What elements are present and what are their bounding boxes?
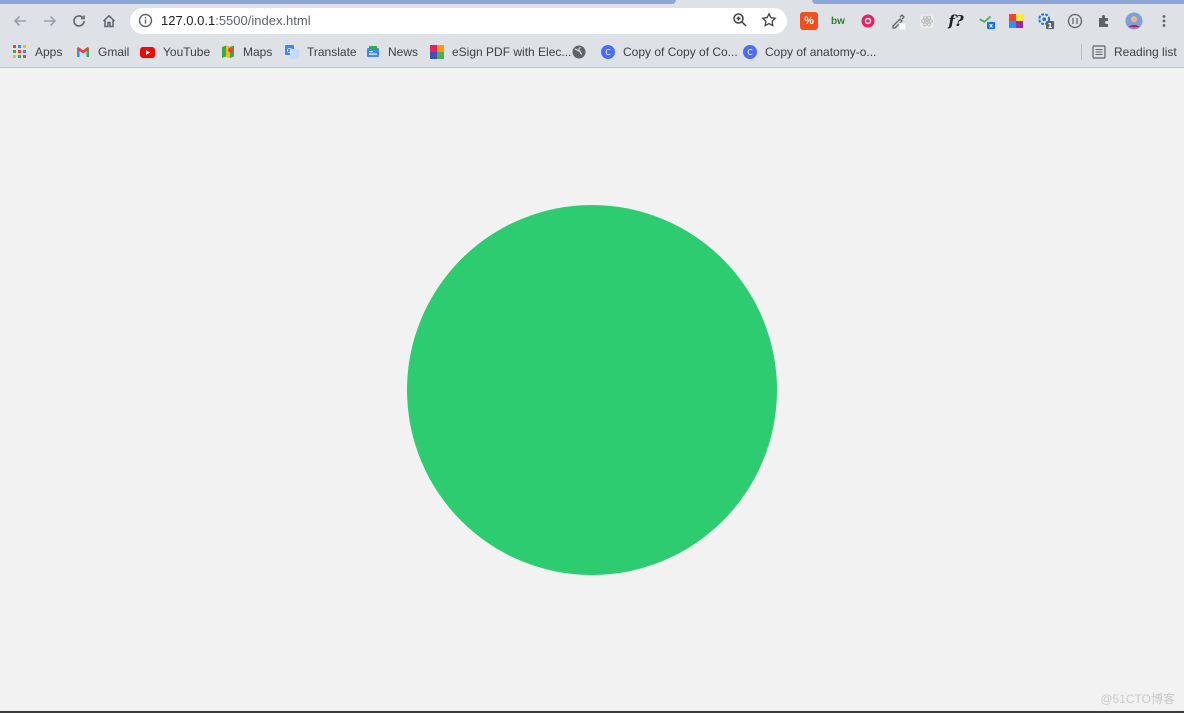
extension-colorzilla-icon[interactable] xyxy=(1007,12,1025,30)
maps-icon xyxy=(221,45,235,59)
gmail-icon xyxy=(76,45,90,59)
watermark: @51CTO博客 xyxy=(1100,692,1175,706)
extension-eyedropper-icon[interactable] xyxy=(889,12,907,30)
extension-circle-icon[interactable] xyxy=(1066,12,1084,30)
svg-text:C: C xyxy=(605,48,611,57)
url-host: 127.0.0.1 xyxy=(161,13,216,28)
extension-bw-icon[interactable]: bw xyxy=(829,12,847,30)
more-menu-icon[interactable] xyxy=(1155,12,1173,30)
bookmark-label: News xyxy=(388,45,419,59)
bookmark-globe[interactable] xyxy=(572,43,594,61)
bookmark-label: YouTube xyxy=(163,45,211,59)
info-icon[interactable] xyxy=(138,13,153,33)
apps-grid-icon xyxy=(13,45,27,59)
canva-icon: C xyxy=(601,45,615,59)
bookmark-youtube[interactable]: YouTube xyxy=(140,43,210,61)
extension-react-icon[interactable] xyxy=(918,12,936,30)
reading-list-label: Reading list xyxy=(1114,45,1177,59)
extensions-puzzle-icon[interactable] xyxy=(1095,12,1113,30)
canva-icon: C xyxy=(743,45,757,59)
extension-eye-icon[interactable] xyxy=(859,12,877,30)
toolbar: 127.0.0.1:5500/index.html % bw f? x 1 xyxy=(0,4,1184,38)
browser-window: 127.0.0.1:5500/index.html % bw f? x 1 Ap… xyxy=(0,0,1184,713)
url-path: :5500/index.html xyxy=(215,13,311,28)
extension-tab-icon[interactable]: x xyxy=(978,12,996,30)
bookmark-star-icon[interactable] xyxy=(761,12,777,33)
bookmarks-bar: Apps Gmail YouTube Maps G Translate News… xyxy=(0,38,1184,68)
home-icon xyxy=(102,14,116,28)
page-content xyxy=(0,68,1184,711)
bookmark-gmail[interactable]: Gmail xyxy=(76,43,129,61)
reload-icon xyxy=(73,15,85,27)
bookmark-news[interactable]: News xyxy=(366,43,418,61)
reading-list-button[interactable]: Reading list xyxy=(1092,43,1177,61)
address-bar[interactable]: 127.0.0.1:5500/index.html xyxy=(130,8,787,34)
bookmark-label: Apps xyxy=(35,45,63,59)
green-circle xyxy=(407,205,777,575)
arrow-right-icon xyxy=(44,15,57,27)
news-icon xyxy=(366,45,380,59)
bookmark-canva-2[interactable]: C Copy of anatomy-o... xyxy=(743,43,876,61)
bookmark-maps[interactable]: Maps xyxy=(221,43,272,61)
reload-button[interactable] xyxy=(67,9,91,33)
translate-icon: G xyxy=(285,45,299,59)
extension-font-icon[interactable]: f? xyxy=(947,12,965,30)
reading-list-icon xyxy=(1092,45,1106,59)
bookmark-label: Copy of anatomy-o... xyxy=(765,45,877,59)
bookmark-apps[interactable]: Apps xyxy=(13,43,62,61)
profile-avatar[interactable] xyxy=(1125,12,1143,30)
bookmark-label: Translate xyxy=(307,45,357,59)
globe-icon xyxy=(572,45,586,59)
bookmark-canva-1[interactable]: C Copy of Copy of Co... xyxy=(601,43,738,61)
bookmark-label: Copy of Copy of Co... xyxy=(623,45,738,59)
bookmarks-divider xyxy=(1081,44,1082,60)
arrow-left-icon xyxy=(13,15,26,27)
back-button[interactable] xyxy=(8,9,32,33)
url-text[interactable]: 127.0.0.1:5500/index.html xyxy=(161,13,311,29)
svg-text:x: x xyxy=(989,23,993,30)
youtube-icon xyxy=(140,45,155,59)
bookmark-label: Maps xyxy=(243,45,273,59)
bookmark-translate[interactable]: G Translate xyxy=(285,43,357,61)
bookmark-label: eSign PDF with Elec... xyxy=(452,45,572,59)
forward-button[interactable] xyxy=(38,9,62,33)
extension-vlc-icon[interactable]: % xyxy=(800,12,818,30)
zoom-icon[interactable] xyxy=(732,12,748,33)
bookmark-esign[interactable]: eSign PDF with Elec... xyxy=(430,43,571,61)
svg-text:1: 1 xyxy=(1048,21,1053,30)
home-button[interactable] xyxy=(97,9,121,33)
esign-icon xyxy=(430,45,444,59)
svg-text:G: G xyxy=(287,47,292,55)
bookmark-label: Gmail xyxy=(98,45,130,59)
svg-text:C: C xyxy=(747,48,753,57)
extension-settings-badge-icon[interactable]: 1 xyxy=(1037,12,1055,30)
